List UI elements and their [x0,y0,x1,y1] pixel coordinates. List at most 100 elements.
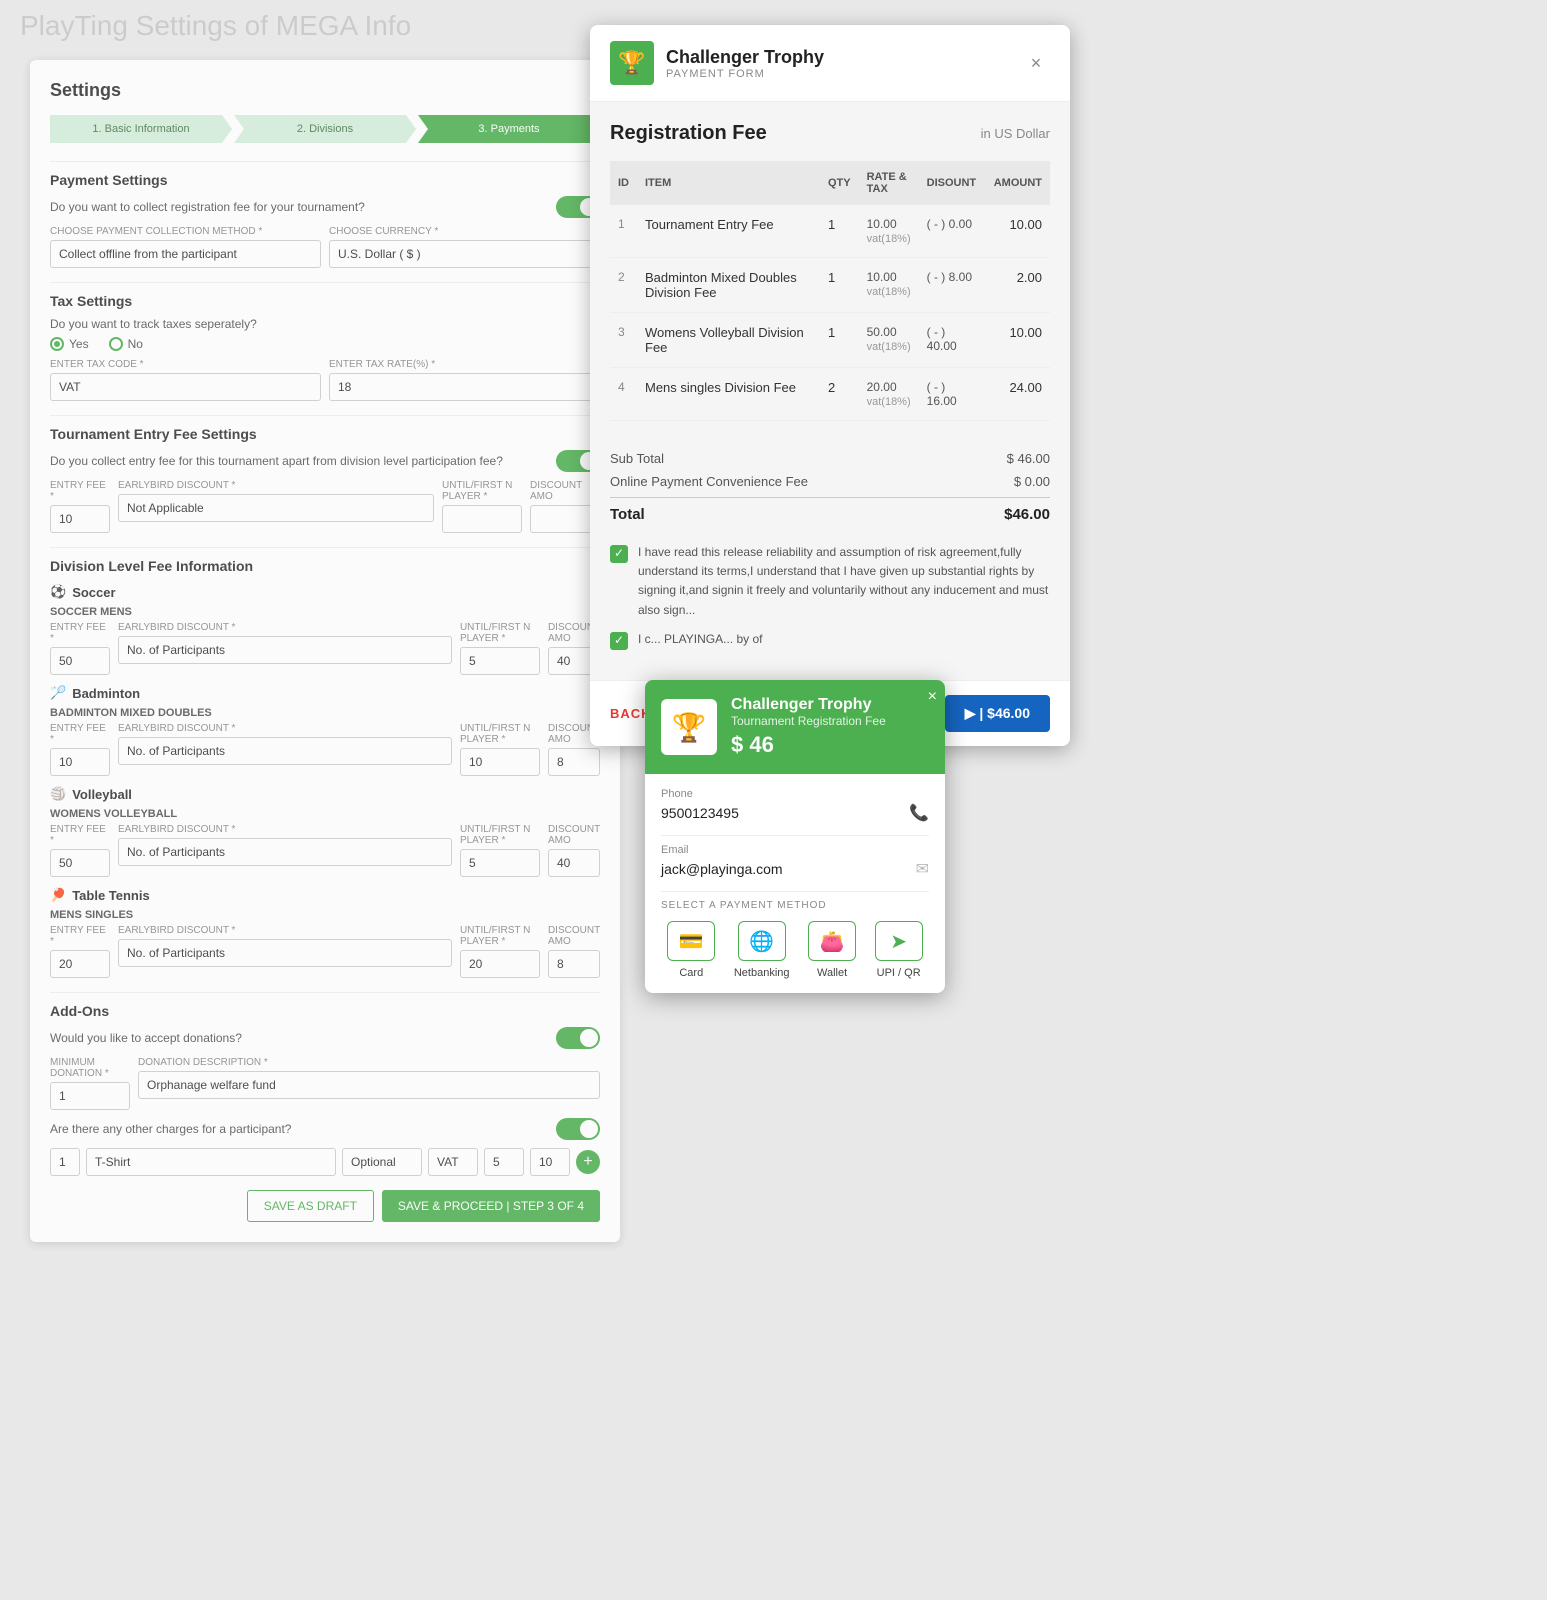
tabletennis-discount-input[interactable] [548,950,600,978]
min-donation-label: MINIMUM DONATION * [50,1057,130,1079]
soccer-fee-input[interactable] [50,647,110,675]
col-id: ID [610,161,637,205]
col-discount: DISOUNT [919,161,986,205]
until-label: UNTIL/FIRST N PLAYER * [442,480,522,502]
volleyball-subsection: WOMENS VOLLEYBALL [50,808,600,820]
row-discount: ( - ) 16.00 [919,368,986,421]
table-row: 3 Womens Volleyball Division Fee 1 50.00… [610,313,1050,368]
row-discount: ( - ) 0.00 [919,205,986,258]
phone-value: 9500123495 📞 [661,803,929,823]
until-input[interactable] [442,505,522,533]
tax-code-input[interactable] [50,373,321,401]
soccer-until-input[interactable] [460,647,540,675]
popup-trophy-image: 🏆 [661,699,717,755]
modal-title: Challenger Trophy [666,47,824,68]
other-charges-toggle[interactable] [556,1118,600,1140]
popup-close-button[interactable]: × [928,688,937,706]
min-donation-input[interactable] [50,1082,130,1110]
modal-close-button[interactable]: × [1022,49,1050,77]
badminton-subsection: BADMINTON MIXED DOUBLES [50,707,600,719]
method-upi[interactable]: ➤ UPI / QR [875,921,923,979]
agreement1-checkbox[interactable] [610,545,628,563]
row-id: 4 [610,368,637,421]
trophy-logo: 🏆 [610,41,654,85]
volleyball-until-input[interactable] [460,849,540,877]
tax-question: Do you want to track taxes seperately? [50,317,600,331]
volleyball-discount-input[interactable] [548,849,600,877]
row-id: 1 [610,205,637,258]
row-qty: 1 [820,205,859,258]
addons-title: Add-Ons [50,992,600,1019]
entry-fee-label: ENTRY FEE * [50,480,110,502]
sport-tabletennis-header: 🏓 Table Tennis [50,887,600,903]
badminton-fee-input[interactable] [50,748,110,776]
volleyball-earlybird-select[interactable]: No. of Participants [118,838,452,866]
method-wallet[interactable]: 👛 Wallet [808,921,856,979]
earlybird-select[interactable]: Not Applicable [118,494,434,522]
entry-fee-title: Tournament Entry Fee Settings [50,415,600,442]
card-icon: 💳 [667,921,715,961]
row-discount: ( - ) 40.00 [919,313,986,368]
step-2[interactable]: 2. Divisions [234,115,416,143]
tax-no-radio[interactable]: No [109,337,143,351]
tabletennis-icon: 🏓 [50,887,66,903]
addon-val1-input[interactable] [484,1148,524,1176]
row-rate: 10.00vat(18%) [859,205,919,258]
popup-header: 🏆 Challenger Trophy Tournament Registrat… [645,680,945,774]
step-3[interactable]: 3. Payments [418,115,600,143]
donation-desc-input[interactable] [138,1071,600,1099]
entry-fee-input[interactable] [50,505,110,533]
payment-methods: 💳 Card 🌐 Netbanking 👛 Wallet ➤ UPI / QR [661,921,929,979]
addon-optional-select[interactable]: Optional [342,1148,422,1176]
save-draft-button[interactable]: SAVE AS DRAFT [247,1190,374,1222]
save-proceed-button[interactable]: SAVE & PROCEED | STEP 3 OF 4 [382,1190,600,1222]
popup-amount: $ 46 [731,732,886,758]
donations-toggle[interactable] [556,1027,600,1049]
tax-rate-label: ENTER TAX RATE(%) * [329,359,600,370]
badminton-earlybird-select[interactable]: No. of Participants [118,737,452,765]
currency-label: CHOOSE CURRENCY * [329,226,600,237]
row-qty: 1 [820,313,859,368]
row-rate: 50.00vat(18%) [859,313,919,368]
method-netbanking[interactable]: 🌐 Netbanking [734,921,790,979]
method-card[interactable]: 💳 Card [667,921,715,979]
table-row: 2 Badminton Mixed Doubles Division Fee 1… [610,258,1050,313]
volleyball-icon: 🏐 [50,786,66,802]
row-amount: 2.00 [986,258,1050,313]
currency-select[interactable]: U.S. Dollar ( $ ) [329,240,600,268]
collection-method-select[interactable]: Collect offline from the participant [50,240,321,268]
row-amount: 10.00 [986,313,1050,368]
addon-qty-input[interactable] [50,1148,80,1176]
soccer-icon: ⚽ [50,584,66,600]
addon-item-input[interactable] [86,1148,336,1176]
popup-body: Phone 9500123495 📞 Email jack@playinga.c… [645,774,945,993]
row-discount: ( - ) 8.00 [919,258,986,313]
reg-fee-title: Registration Fee [610,122,767,145]
tax-settings-title: Tax Settings [50,282,600,309]
row-amount: 10.00 [986,205,1050,258]
tabletennis-until-input[interactable] [460,950,540,978]
badminton-icon: 🏸 [50,685,66,701]
tax-rate-input[interactable] [329,373,600,401]
agreement2-checkbox[interactable] [610,632,628,650]
row-amount: 24.00 [986,368,1050,421]
badminton-discount-input[interactable] [548,748,600,776]
select-method-label: SELECT A PAYMENT METHOD [661,900,929,911]
tax-yes-radio[interactable]: Yes [50,337,89,351]
addon-val2-input[interactable] [530,1148,570,1176]
tabletennis-earlybird-select[interactable]: No. of Participants [118,939,452,967]
add-addon-button[interactable]: + [576,1150,600,1174]
col-amount: AMOUNT [986,161,1050,205]
badminton-until-input[interactable] [460,748,540,776]
pay-button[interactable]: ▶ | $46.00 [945,695,1050,732]
netbanking-label: Netbanking [734,967,790,979]
tabletennis-fee-input[interactable] [50,950,110,978]
settings-panel: Settings 1. Basic Information 2. Divisio… [30,60,620,1242]
addon-vat-input[interactable] [428,1148,478,1176]
soccer-earlybird-select[interactable]: No. of Participants [118,636,452,664]
col-qty: QTY [820,161,859,205]
step-1[interactable]: 1. Basic Information [50,115,232,143]
volleyball-fee-input[interactable] [50,849,110,877]
email-label: Email [661,844,929,856]
donations-question: Would you like to accept donations? [50,1031,242,1045]
